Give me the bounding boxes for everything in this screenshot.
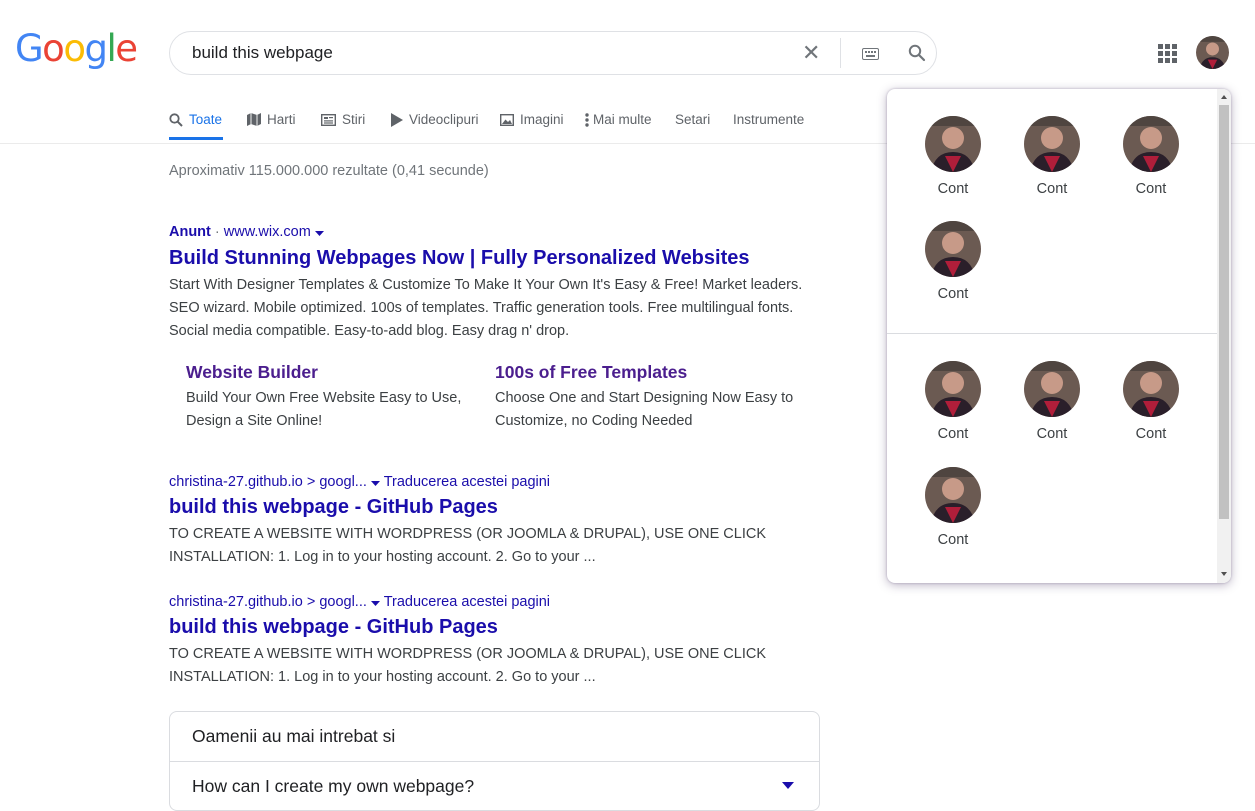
account-label: Cont (1036, 426, 1068, 442)
logo-letter: e (115, 27, 138, 70)
tab-toate[interactable]: Toate (169, 112, 222, 127)
tab-videoclipuri[interactable]: Videoclipuri (391, 112, 479, 127)
tab-setari[interactable]: Setari (675, 112, 710, 127)
avatar (1024, 361, 1080, 417)
sitelink-title[interactable]: 100s of Free Templates (495, 362, 687, 383)
scroll-down-icon[interactable] (1221, 572, 1227, 576)
avatar (925, 361, 981, 417)
tab-label: Harti (267, 112, 296, 127)
sitelink-title[interactable]: Website Builder (186, 362, 318, 383)
caret-down-icon[interactable] (370, 481, 380, 486)
result-title[interactable]: build this webpage - GitHub Pages (169, 496, 498, 519)
logo-letter: g (84, 27, 108, 70)
account-label: Cont (1135, 426, 1167, 442)
expand-icon[interactable] (782, 782, 794, 789)
sitelink-desc: Build Your Own Free Website Easy to Use,… (186, 390, 462, 429)
paa-question[interactable]: How can I create my own webpage? (192, 776, 474, 797)
tab-label: Videoclipuri (409, 112, 479, 127)
google-logo[interactable]: Google (15, 27, 138, 71)
translate-link[interactable]: Traducerea acestei pagini (384, 594, 550, 610)
apps-grid-icon[interactable] (1158, 44, 1177, 68)
image-icon (500, 113, 514, 126)
search-icon[interactable] (908, 44, 926, 67)
news-icon (321, 113, 336, 126)
account-label: Cont (937, 426, 969, 442)
result-url[interactable]: christina-27.github.io > googl... Traduc… (169, 594, 550, 610)
map-icon (247, 113, 261, 126)
accounts-panel: Cont Cont Cont Cont Cont Cont Cont Cont (887, 89, 1231, 583)
tab-label: Setari (675, 112, 711, 127)
ad-url[interactable]: www.wix.com (224, 224, 311, 240)
panel-divider (887, 333, 1217, 334)
account-avatar[interactable] (1196, 36, 1229, 69)
caret-down-icon[interactable] (370, 601, 380, 606)
keyboard-icon[interactable] (862, 47, 879, 65)
ad-title[interactable]: Build Stunning Webpages Now | Fully Pers… (169, 247, 750, 270)
ad-snippet: Start With Designer Templates & Customiz… (169, 277, 803, 339)
tab-label: Mai multe (593, 112, 652, 127)
account-tile[interactable]: Cont (1101, 116, 1201, 197)
play-icon (391, 112, 403, 127)
tab-label: Instrumente (733, 112, 805, 127)
logo-letter: o (42, 27, 65, 70)
result-snippet: TO CREATE A WEBSITE WITH WORDPRESS (OR J… (169, 526, 767, 565)
active-tab-indicator (169, 137, 223, 140)
result-breadcrumb[interactable]: christina-27.github.io > googl... (169, 594, 367, 610)
account-tile[interactable]: Cont (1002, 361, 1102, 442)
account-tile[interactable]: Cont (903, 361, 1003, 442)
search-divider (840, 38, 841, 68)
account-label: Cont (937, 532, 969, 548)
search-icon (169, 112, 183, 127)
scroll-up-icon[interactable] (1221, 95, 1227, 99)
result-snippet: TO CREATE A WEBSITE WITH WORDPRESS (OR J… (169, 646, 767, 685)
tab-mai-multe[interactable]: Mai multe (585, 112, 652, 127)
avatar (925, 221, 981, 277)
result-url[interactable]: christina-27.github.io > googl... Traduc… (169, 474, 550, 490)
tab-label: Imagini (520, 112, 564, 127)
logo-letter: o (63, 27, 86, 70)
account-tile[interactable]: Cont (1002, 116, 1102, 197)
tab-instrumente[interactable]: Instrumente (733, 112, 804, 127)
account-tile[interactable]: Cont (903, 467, 1003, 548)
account-tile[interactable]: Cont (903, 116, 1003, 197)
people-also-ask: Oamenii au mai intrebat si How can I cre… (169, 711, 820, 811)
clear-icon[interactable]: ✕ (802, 40, 820, 66)
tab-label: Stiri (342, 112, 366, 127)
result-breadcrumb[interactable]: christina-27.github.io > googl... (169, 474, 367, 490)
account-label: Cont (937, 181, 969, 197)
caret-down-icon[interactable] (314, 231, 324, 236)
translate-link[interactable]: Traducerea acestei pagini (384, 474, 550, 490)
tab-label: Toate (189, 112, 223, 127)
more-vert-icon (585, 112, 589, 127)
scroll-thumb[interactable] (1219, 105, 1229, 519)
avatar (1024, 116, 1080, 172)
avatar (1123, 361, 1179, 417)
tab-harti[interactable]: Harti (247, 112, 296, 127)
tab-imagini[interactable]: Imagini (500, 112, 564, 127)
ad-header: Anunt · www.wix.com (169, 224, 324, 240)
account-tile[interactable]: Cont (1101, 361, 1201, 442)
ad-badge: Anunt (169, 224, 211, 240)
avatar (925, 116, 981, 172)
paa-heading: Oamenii au mai intrebat si (192, 726, 396, 746)
search-input[interactable]: build this webpage (192, 43, 333, 63)
sitelink-desc: Choose One and Start Designing Now Easy … (495, 390, 794, 429)
account-label: Cont (937, 286, 969, 302)
tab-stiri[interactable]: Stiri (321, 112, 365, 127)
paa-divider (170, 761, 819, 762)
ad-separator: · (214, 224, 220, 240)
account-tile[interactable]: Cont (903, 221, 1003, 302)
account-label: Cont (1036, 181, 1068, 197)
search-box[interactable]: build this webpage ✕ (169, 31, 937, 75)
avatar (1123, 116, 1179, 172)
avatar (925, 467, 981, 523)
account-label: Cont (1135, 181, 1167, 197)
result-stats: Aproximativ 115.000.000 rezultate (0,41 … (169, 163, 489, 179)
logo-letter: l (106, 27, 116, 70)
logo-letter: G (15, 27, 44, 70)
panel-scrollbar[interactable] (1217, 89, 1231, 583)
result-title[interactable]: build this webpage - GitHub Pages (169, 616, 498, 639)
